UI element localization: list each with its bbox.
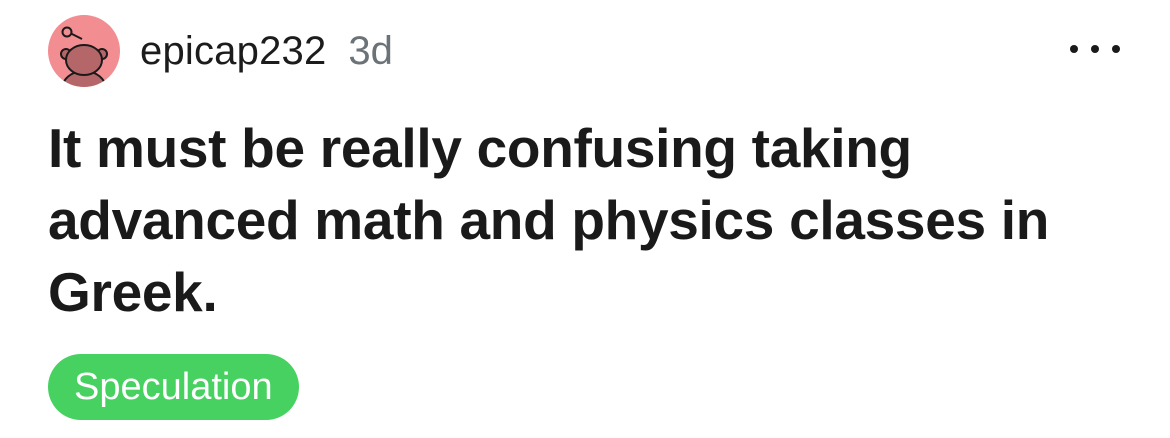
more-dot-icon <box>1070 45 1078 53</box>
more-dot-icon <box>1091 45 1099 53</box>
snoo-avatar-icon <box>60 26 108 87</box>
post-card: epicap232 3d It must be really confusing… <box>0 0 1170 438</box>
more-dot-icon <box>1112 45 1120 53</box>
post-flair[interactable]: Speculation <box>48 354 299 420</box>
author-username[interactable]: epicap232 <box>140 29 326 74</box>
more-options-button[interactable] <box>1070 34 1120 64</box>
avatar[interactable] <box>48 15 120 87</box>
post-title[interactable]: It must be really confusing taking advan… <box>48 112 1138 328</box>
post-header: epicap232 3d <box>48 14 393 88</box>
post-age: 3d <box>348 28 393 73</box>
